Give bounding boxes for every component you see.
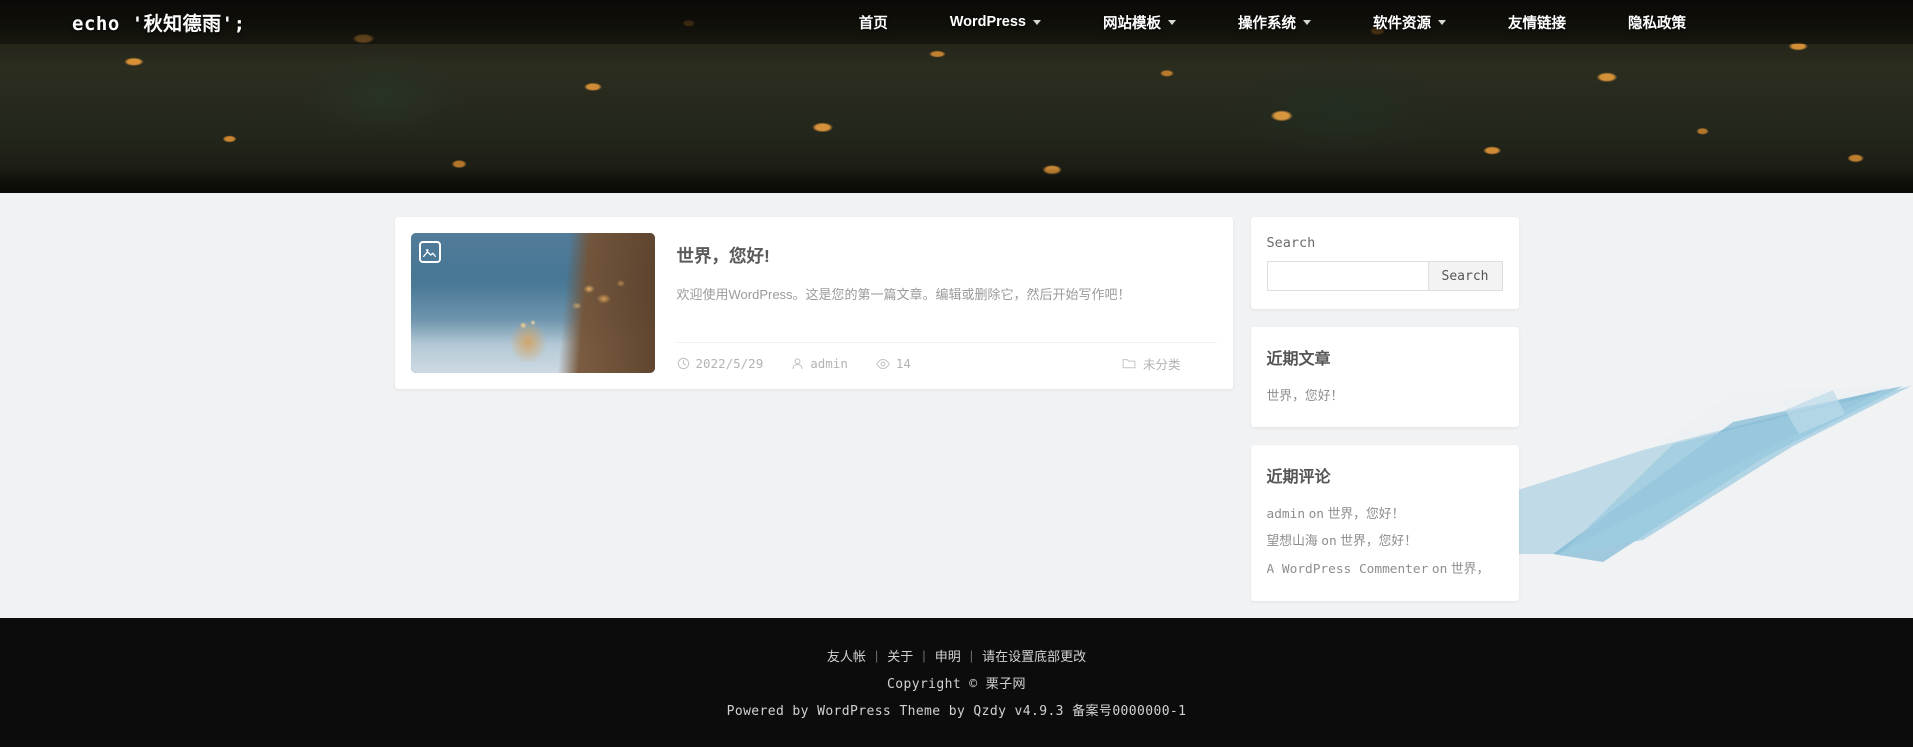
nav-item-label: 操作系统 [1238, 15, 1296, 32]
page-body: 世界，您好! 欢迎使用WordPress。这是您的第一篇文章。编辑或删除它，然后… [0, 193, 1913, 618]
nav-item-label: 友情链接 [1508, 15, 1566, 32]
nav-item-label: 隐私政策 [1628, 15, 1686, 32]
post-card[interactable]: 世界，您好! 欢迎使用WordPress。这是您的第一篇文章。编辑或删除它，然后… [394, 217, 1233, 389]
nav-item-website-templates[interactable]: 网站模板 [1072, 12, 1207, 33]
comment-post-title: 世界，您好！ [1327, 506, 1405, 522]
chevron-down-icon [1303, 19, 1311, 25]
footer-copyright: Copyright © 栗子网 [887, 677, 1026, 692]
nav-item-label: 首页 [858, 15, 888, 32]
nav-item-software-resources[interactable]: 软件资源 [1342, 12, 1477, 33]
site-footer: 友人帐 | 关于 | 申明 | 请在设置底部更改 Copyright © 栗子网… [0, 618, 1913, 747]
widget-search: Search Search [1250, 217, 1519, 309]
nav-item-home[interactable]: 首页 [828, 12, 919, 33]
widget-recent-posts: 近期文章 世界，您好！ [1250, 327, 1519, 428]
comment-on-word: on [1308, 507, 1325, 523]
image-icon [418, 241, 441, 263]
post-excerpt: 欢迎使用WordPress。这是您的第一篇文章。编辑或删除它，然后开始写作吧！ [676, 287, 1131, 302]
search-button[interactable]: Search [1428, 261, 1503, 291]
main-content-column: 世界，您好! 欢迎使用WordPress。这是您的第一篇文章。编辑或删除它，然后… [394, 217, 1233, 618]
post-thumbnail[interactable] [410, 233, 655, 373]
post-thumbnail-image [410, 233, 655, 373]
nav-item-label: 软件资源 [1373, 15, 1431, 32]
sidebar: Search Search 近期文章 世界，您好！ 近期评论 admin on … [1250, 217, 1519, 618]
main-navigation: 首页 WordPress 网站模板 操作系统 软件资源 友情链接 隐私政策 [828, 12, 1717, 33]
list-item[interactable]: admin on 世界，您好！ [1267, 501, 1503, 528]
post-body: 世界，您好! 欢迎使用WordPress。这是您的第一篇文章。编辑或删除它，然后… [676, 233, 1217, 373]
clock-icon [677, 357, 689, 370]
post-category-label: 未分类 [1142, 358, 1181, 372]
post-views-count: 14 [895, 356, 911, 371]
post-category[interactable]: 未分类 [1122, 354, 1181, 373]
user-icon [792, 358, 803, 370]
post-title[interactable]: 世界，您好! [677, 243, 1217, 268]
nav-item-label: WordPress [949, 14, 1026, 30]
list-item[interactable]: 世界，您好！ [1267, 383, 1503, 409]
comment-author: admin [1266, 507, 1306, 523]
footer-links: 友人帐 | 关于 | 申明 | 请在设置底部更改 [818, 646, 1095, 665]
post-date[interactable]: 2022/5/29 [677, 356, 764, 371]
site-topbar: echo '秋知德雨'; 首页 WordPress 网站模板 操作系统 软件资源 [0, 0, 1913, 44]
site-hero-banner: echo '秋知德雨'; 首页 WordPress 网站模板 操作系统 软件资源 [0, 0, 1913, 193]
list-item[interactable]: A WordPress Commenter on 世界， [1267, 556, 1503, 583]
comment-author: 望想山海 [1266, 533, 1318, 549]
footer-link-settings-note[interactable]: 请在设置底部更改 [973, 646, 1095, 665]
comment-on-word: on [1321, 534, 1337, 550]
post-views: 14 [876, 356, 911, 371]
footer-link-friends[interactable]: 友人帐 [818, 646, 875, 665]
comment-on-word: on [1431, 561, 1448, 577]
widget-recent-comments: 近期评论 admin on 世界，您好！ 望想山海 on 世界，您好！ A Wo… [1250, 445, 1519, 601]
post-meta-row: 2022/5/29 admin 14 未分类 [676, 342, 1217, 373]
chevron-down-icon [1168, 19, 1176, 25]
recent-comments-title: 近期评论 [1266, 469, 1331, 487]
footer-link-statement[interactable]: 申明 [926, 646, 970, 665]
search-label: Search [1266, 235, 1316, 251]
site-title[interactable]: echo '秋知德雨'; [72, 9, 246, 36]
nav-item-friend-links[interactable]: 友情链接 [1477, 12, 1597, 33]
post-author-label: admin [810, 356, 848, 371]
comment-post-title: 世界， [1450, 560, 1490, 576]
chevron-down-icon [1438, 19, 1446, 25]
search-row: Search [1266, 261, 1503, 291]
recent-posts-title: 近期文章 [1266, 351, 1331, 368]
post-author[interactable]: admin [791, 356, 848, 371]
footer-powered-by: Powered by WordPress Theme by Qzdy v4.9.… [726, 704, 1187, 719]
hero-bottom-shade [0, 167, 1913, 193]
post-date-label: 2022/5/29 [695, 356, 764, 371]
nav-item-wordpress[interactable]: WordPress [919, 14, 1072, 30]
nav-item-label: 网站模板 [1103, 15, 1161, 32]
search-input[interactable] [1266, 261, 1429, 291]
content-container: 世界，您好! 欢迎使用WordPress。这是您的第一篇文章。编辑或删除它，然后… [394, 193, 1519, 618]
footer-link-about[interactable]: 关于 [878, 646, 922, 665]
list-item[interactable]: 望想山海 on 世界，您好！ [1267, 528, 1503, 555]
comment-author: A WordPress Commenter [1266, 561, 1429, 577]
folder-icon [1122, 359, 1136, 369]
nav-item-operating-systems[interactable]: 操作系统 [1207, 12, 1342, 33]
chevron-down-icon [1033, 19, 1041, 25]
eye-icon [876, 358, 890, 369]
nav-item-privacy-policy[interactable]: 隐私政策 [1597, 12, 1717, 33]
comment-post-title: 世界，您好！ [1340, 533, 1418, 549]
